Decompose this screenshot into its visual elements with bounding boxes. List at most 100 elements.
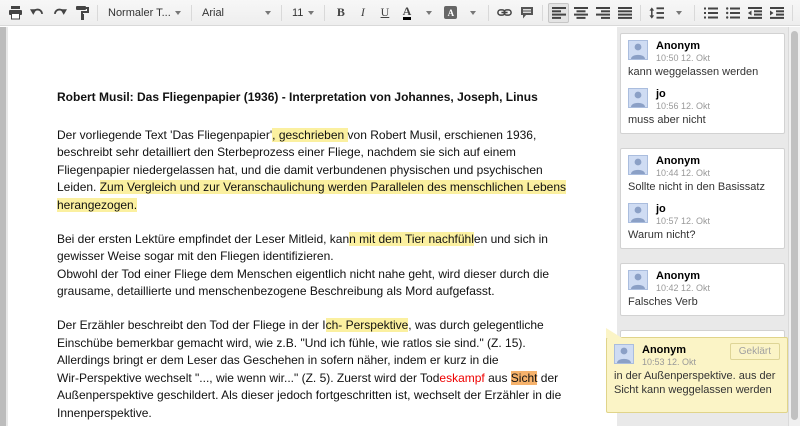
comment[interactable]: jo10:57 12. Okt Warum nicht? [628, 203, 777, 242]
bold-label: B [337, 5, 345, 20]
comment[interactable]: Anonym10:42 12. OktFalsches Verb [628, 270, 777, 309]
print-icon [8, 6, 23, 20]
bulleted-list-button[interactable] [722, 3, 743, 23]
highlight-yellow-text[interactable]: ch- Perspektive [326, 318, 409, 332]
align-justify-button[interactable] [614, 3, 635, 23]
comment-author: jo [656, 88, 710, 100]
decrease-indent-icon [748, 7, 762, 19]
undo-icon [30, 6, 45, 19]
font-family-dropdown[interactable]: Arial [197, 3, 276, 23]
chevron-down-icon [470, 11, 476, 15]
toolbar-separator [97, 5, 98, 21]
toolbar-separator [324, 5, 325, 21]
line-spacing-caret[interactable] [668, 3, 689, 23]
highlight-yellow-text[interactable]: n mit dem Tier nachfühl [349, 232, 474, 246]
avatar [628, 270, 648, 290]
avatar [628, 88, 648, 108]
highlight-yellow-text[interactable]: , geschrieben [272, 128, 347, 142]
italic-button[interactable]: I [352, 3, 373, 23]
font-size-label: 11 [292, 7, 303, 19]
comment-text: muss aber nicht [628, 113, 777, 127]
person-icon [615, 345, 633, 363]
person-icon [629, 204, 647, 222]
align-justify-icon [618, 7, 632, 19]
text-run: Der vorliegende Text 'Das Fliegenpapier' [57, 128, 272, 142]
document-text[interactable]: Robert Musil: Das Fliegenpapier (1936) -… [57, 89, 566, 426]
underline-label: U [381, 5, 390, 20]
insert-comment-button[interactable] [516, 3, 537, 23]
toolbar-separator [488, 5, 489, 21]
underline-button[interactable]: U [374, 3, 395, 23]
text-color-button[interactable]: A [396, 3, 417, 23]
paragraph[interactable]: Der Erzähler beschreibt den Tod der Flie… [57, 317, 566, 423]
text-color-caret[interactable] [418, 3, 439, 23]
avatar [628, 155, 648, 175]
comment-anchor-text[interactable]: Sicht [511, 371, 538, 385]
comment-timestamp: 10:42 12. Okt [656, 283, 710, 293]
increase-indent-icon [770, 7, 784, 19]
comment-author: jo [656, 203, 710, 215]
italic-label: I [361, 5, 365, 20]
bold-button[interactable]: B [330, 3, 351, 23]
font-size-dropdown[interactable]: 11 [287, 3, 319, 23]
paragraph-style-dropdown[interactable]: Normaler T... [103, 3, 186, 23]
text-color-icon: A [403, 6, 412, 20]
paragraph[interactable]: Der vorliegende Text 'Das Fliegenpapier'… [57, 127, 566, 215]
comment-author: Anonym [656, 270, 710, 282]
person-icon [629, 271, 647, 289]
undo-button[interactable] [27, 3, 48, 23]
line-spacing-icon [649, 7, 664, 19]
text-run: Der Erzähler beschreibt den Tod der Flie… [57, 318, 326, 332]
print-button[interactable] [5, 3, 26, 23]
align-left-icon [552, 7, 566, 19]
increase-indent-button[interactable] [766, 3, 787, 23]
align-center-icon [574, 7, 588, 19]
toolbar-separator [694, 5, 695, 21]
toolbar-separator [792, 5, 793, 21]
paint-format-button[interactable] [71, 3, 92, 23]
active-comment-card[interactable]: Anonym 10:53 12. Okt in der Außenperspek… [606, 337, 788, 413]
align-left-button[interactable] [548, 3, 569, 23]
line-spacing-button[interactable] [646, 3, 667, 23]
toolbar: Normaler T... Arial 11 B I U A A [0, 0, 800, 26]
comment-card[interactable]: Anonym10:50 12. Oktkann weggelassen werd… [620, 33, 785, 134]
vertical-scrollbar[interactable] [788, 27, 800, 426]
chevron-down-icon [175, 11, 181, 15]
comment-timestamp: 10:44 12. Okt [656, 168, 710, 178]
chevron-down-icon [308, 11, 314, 15]
decrease-indent-button[interactable] [744, 3, 765, 23]
redo-button[interactable] [49, 3, 70, 23]
comment-text: Warum nicht? [628, 228, 777, 242]
align-center-button[interactable] [570, 3, 591, 23]
comment-timestamp: 10:57 12. Okt [656, 216, 710, 226]
font-family-label: Arial [202, 7, 260, 19]
paragraph-style-label: Normaler T... [108, 7, 170, 19]
docs-editor-window: Normaler T... Arial 11 B I U A A [0, 0, 800, 426]
redo-icon [52, 6, 67, 19]
scrollbar-thumb[interactable] [791, 31, 798, 420]
comment-card[interactable]: Anonym10:44 12. OktSollte nicht in den B… [620, 148, 785, 249]
document-heading[interactable]: Robert Musil: Das Fliegenpapier (1936) -… [57, 89, 566, 107]
comment[interactable]: Anonym10:44 12. OktSollte nicht in den B… [628, 155, 777, 194]
highlight-yellow-text[interactable]: Zum Vergleich und zur Veranschaulichung … [57, 180, 566, 212]
toolbar-separator [640, 5, 641, 21]
comment[interactable]: jo10:56 12. Oktmuss aber nicht [628, 88, 777, 127]
highlight-color-button[interactable]: A [440, 3, 461, 23]
highlight-color-caret[interactable] [462, 3, 483, 23]
page-left-edge [0, 27, 8, 426]
resolve-button[interactable]: Geklärt [730, 343, 780, 360]
insert-link-button[interactable] [494, 3, 515, 23]
paragraph[interactable]: Bei der ersten Lektüre empfindet der Les… [57, 231, 566, 301]
toolbar-separator [281, 5, 282, 21]
chevron-down-icon [426, 11, 432, 15]
align-right-button[interactable] [592, 3, 613, 23]
comment-timestamp: 10:53 12. Okt [642, 357, 696, 367]
comment-timestamp: 10:50 12. Okt [656, 53, 710, 63]
comment-author: Anonym [656, 155, 710, 167]
document-canvas[interactable]: Robert Musil: Das Fliegenpapier (1936) -… [0, 27, 617, 426]
chevron-down-icon [265, 11, 271, 15]
red-text[interactable]: eskampf [439, 371, 484, 385]
comment-card[interactable]: Anonym10:42 12. OktFalsches Verb [620, 263, 785, 316]
numbered-list-button[interactable] [700, 3, 721, 23]
comment[interactable]: Anonym10:50 12. Oktkann weggelassen werd… [628, 40, 777, 79]
